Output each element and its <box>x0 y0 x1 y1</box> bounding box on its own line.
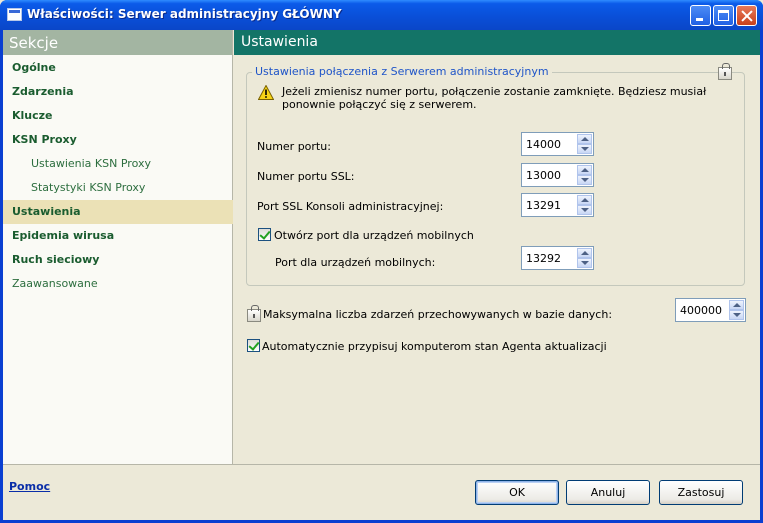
sidebar-item-ksn-proxy[interactable]: KSN Proxy <box>3 128 233 152</box>
ssl-port-down-arrow[interactable] <box>577 175 592 185</box>
footer-divider <box>3 464 760 465</box>
sidebar-item-virus-outbreak[interactable]: Epidemia wirusa <box>3 224 233 248</box>
port-label: Numer portu: <box>257 140 331 153</box>
sidebar-item-ksn-proxy-stats[interactable]: Statystyki KSN Proxy <box>3 176 233 200</box>
max-events-label: Maksymalna liczba zdarzeń przechowywanyc… <box>263 308 613 321</box>
title-bar[interactable]: Właściwości: Serwer administracyjny GŁÓW… <box>0 0 763 30</box>
ssl-port-stepper[interactable]: 13000 <box>521 163 594 187</box>
minimize-button[interactable] <box>690 5 711 26</box>
sidebar-item-advanced[interactable]: Zaawansowane <box>3 272 233 296</box>
window-icon <box>7 8 22 21</box>
ssl-port-label: Numer portu SSL: <box>257 170 355 183</box>
sidebar-item-settings[interactable]: Ustawienia <box>3 200 233 224</box>
max-events-value[interactable]: 400000 <box>680 304 722 317</box>
port-stepper[interactable]: 14000 <box>521 132 594 156</box>
sidebar-item-events[interactable]: Zdarzenia <box>3 80 233 104</box>
port-change-warning: Jeżeli zmienisz numer portu, połączenie … <box>282 85 707 111</box>
mobile-port-checkbox[interactable] <box>258 228 271 241</box>
dialog-body: Sekcje Ogólne Zdarzenia Klucze KSN Proxy… <box>3 30 760 520</box>
console-ssl-port-up-arrow[interactable] <box>577 195 592 205</box>
auto-assign-label[interactable]: Automatycznie przypisuj komputerom stan … <box>262 340 607 353</box>
maximize-button[interactable] <box>713 5 734 26</box>
warning-icon <box>258 85 274 100</box>
ssl-port-up-arrow[interactable] <box>577 165 592 175</box>
mobile-port-label: Port dla urządzeń mobilnych: <box>275 256 436 269</box>
sidebar-item-network-traffic[interactable]: Ruch sieciowy <box>3 248 233 272</box>
sidebar-item-keys[interactable]: Klucze <box>3 104 233 128</box>
mobile-port-up-arrow[interactable] <box>577 248 592 258</box>
window-title: Właściwości: Serwer administracyjny GŁÓW… <box>27 7 342 21</box>
max-events-lock-icon[interactable] <box>247 305 261 322</box>
mobile-port-value[interactable]: 13292 <box>526 252 561 265</box>
max-events-stepper[interactable]: 400000 <box>675 298 746 322</box>
properties-window: Właściwości: Serwer administracyjny GŁÓW… <box>0 0 763 523</box>
mobile-port-stepper[interactable]: 13292 <box>521 246 594 270</box>
sidebar-item-ksn-proxy-settings[interactable]: Ustawienia KSN Proxy <box>3 152 233 176</box>
cancel-button[interactable]: Anuluj <box>566 480 650 505</box>
console-ssl-port-value[interactable]: 13291 <box>526 199 561 212</box>
close-button[interactable] <box>736 5 757 26</box>
max-events-down-arrow[interactable] <box>729 310 744 320</box>
section-header: Ustawienia <box>234 30 760 55</box>
sidebar-item-general[interactable]: Ogólne <box>3 56 233 80</box>
port-down-arrow[interactable] <box>577 144 592 154</box>
apply-button[interactable]: Zastosuj <box>659 480 743 505</box>
console-ssl-port-label: Port SSL Konsoli administracyjnej: <box>257 200 444 213</box>
ok-button[interactable]: OK <box>475 480 559 505</box>
mobile-port-checkbox-label[interactable]: Otwórz port dla urządzeń mobilnych <box>274 229 474 242</box>
sidebar-header: Sekcje <box>3 30 232 55</box>
sections-sidebar: Sekcje Ogólne Zdarzenia Klucze KSN Proxy… <box>3 30 233 464</box>
max-events-up-arrow[interactable] <box>729 300 744 310</box>
console-ssl-port-down-arrow[interactable] <box>577 205 592 215</box>
port-up-arrow[interactable] <box>577 134 592 144</box>
ssl-port-value[interactable]: 13000 <box>526 169 561 182</box>
console-ssl-port-stepper[interactable]: 13291 <box>521 193 594 217</box>
mobile-port-down-arrow[interactable] <box>577 258 592 268</box>
connection-group-title: Ustawienia połączenia z Serwerem adminis… <box>252 65 552 78</box>
auto-assign-checkbox[interactable] <box>247 339 260 352</box>
lock-icon[interactable] <box>718 63 732 80</box>
help-link[interactable]: Pomoc <box>9 480 50 493</box>
port-value[interactable]: 14000 <box>526 138 561 151</box>
